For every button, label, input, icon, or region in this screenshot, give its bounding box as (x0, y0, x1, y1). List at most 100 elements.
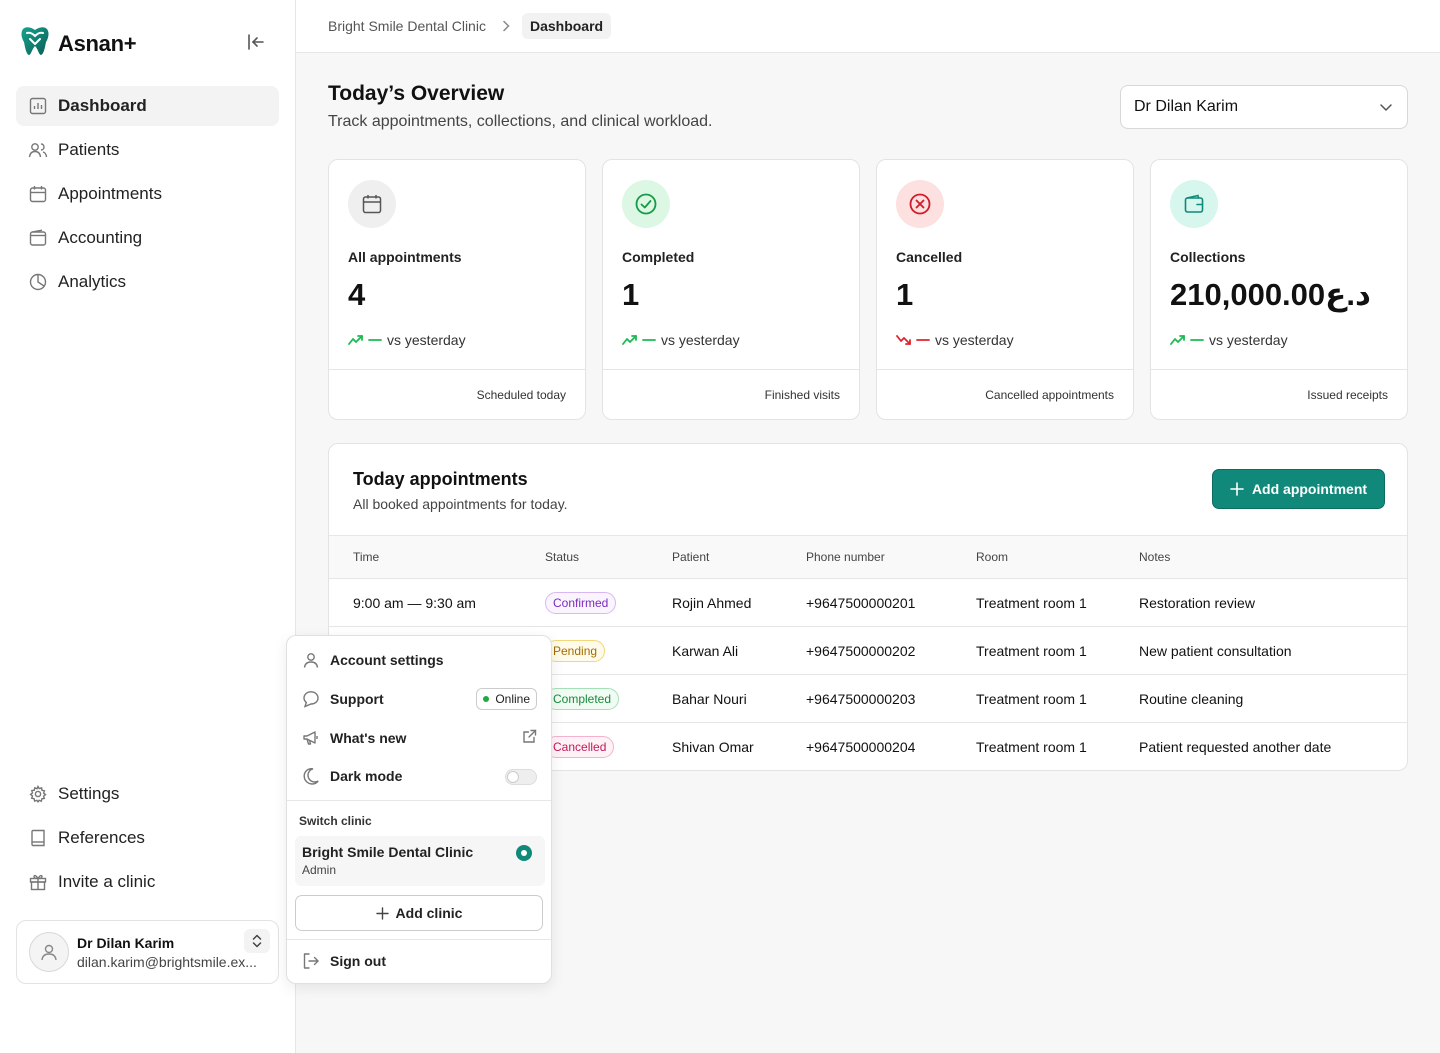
brand[interactable]: Asnan+ (18, 24, 137, 63)
add-clinic-button[interactable]: Add clinic (295, 895, 543, 931)
column-header[interactable]: Notes (1139, 550, 1170, 564)
secondary-nav: Settings References Invite a clinic (16, 774, 279, 906)
trend-down-icon (896, 335, 930, 345)
users-icon (28, 140, 48, 160)
menu-item-account-settings[interactable]: Account settings (287, 641, 551, 679)
table-header: Time Status Patient Phone number Room No… (329, 535, 1407, 579)
user-icon (41, 944, 57, 961)
status-badge: Completed (545, 687, 620, 710)
sidebar-item-settings[interactable]: Settings (16, 774, 279, 814)
page-subtitle: Track appointments, collections, and cli… (328, 113, 713, 130)
dark-mode-toggle[interactable] (505, 769, 537, 785)
gear-icon (28, 784, 48, 804)
sidebar-item-analytics[interactable]: Analytics (16, 262, 279, 302)
sidebar-item-accounting[interactable]: Accounting (16, 218, 279, 258)
wallet-icon (28, 228, 48, 248)
user-menu-trigger[interactable]: Dr Dilan Karim dilan.karim@brightsmile.e… (16, 920, 279, 984)
check-circle-icon (622, 180, 670, 228)
column-header[interactable]: Room (976, 550, 1008, 564)
sidebar-item-patients[interactable]: Patients (16, 130, 279, 170)
sidebar-item-appointments[interactable]: Appointments (16, 174, 279, 214)
x-circle-icon (896, 180, 944, 228)
stat-footer: Cancelled appointments (985, 388, 1114, 402)
chevron-right-icon (502, 20, 510, 32)
stat-label: All appointments (348, 249, 462, 265)
status-badge: Pending (545, 639, 606, 662)
stat-value: 1 (896, 277, 914, 312)
menu-item-dark-mode[interactable]: Dark mode (287, 757, 551, 795)
status-badge: Cancelled (545, 736, 615, 758)
tooth-logo-icon (18, 24, 52, 63)
plus-icon (1230, 482, 1244, 496)
breadcrumb-clinic[interactable]: Bright Smile Dental Clinic (328, 18, 486, 34)
collapse-left-icon (248, 34, 264, 50)
stat-label: Cancelled (896, 249, 963, 265)
menu-item-whats-new[interactable]: What's new (287, 719, 551, 757)
trend-up-icon (1170, 335, 1204, 345)
status-badge: Online (476, 688, 537, 710)
calendar-icon (348, 180, 396, 228)
stat-value: 210,000.00د.ع (1170, 277, 1371, 312)
collapse-sidebar-button[interactable] (242, 28, 270, 56)
gift-icon (28, 872, 48, 892)
sidebar-item-label: Patients (58, 140, 120, 159)
doctor-select[interactable]: Dr Dilan Karim (1120, 85, 1408, 129)
stat-trend: vs yesterday (1170, 332, 1288, 348)
stat-footer: Issued receipts (1307, 388, 1388, 402)
menu-item-sign-out[interactable]: Sign out (287, 942, 551, 980)
card-subtitle: All booked appointments for today. (353, 496, 568, 512)
sidebar-item-dashboard[interactable]: Dashboard (16, 86, 279, 126)
calendar-icon (28, 184, 48, 204)
sign-out-icon (301, 951, 321, 971)
stat-card-collections: Collections 210,000.00د.ع vs yesterday I… (1150, 159, 1408, 420)
table-row[interactable]: 9:00 am — 9:30 am Confirmed Rojin Ahmed … (329, 579, 1407, 627)
column-header[interactable]: Patient (672, 550, 709, 564)
sidebar-item-label: Accounting (58, 228, 143, 247)
moon-icon (301, 766, 321, 786)
plus-icon (375, 906, 389, 920)
stat-label: Collections (1170, 249, 1246, 265)
megaphone-icon (301, 728, 321, 748)
chevron-down-icon (1379, 100, 1393, 119)
status-badge: Confirmed (545, 591, 617, 614)
column-header[interactable]: Time (353, 550, 379, 564)
external-link-icon (522, 729, 537, 747)
sidebar-item-references[interactable]: References (16, 818, 279, 858)
stat-label: Completed (622, 249, 695, 265)
radio-selected-icon (516, 845, 532, 861)
breadcrumb: Bright Smile Dental Clinic Dashboard (296, 0, 1440, 53)
user-name: Dr Dilan Karim (77, 934, 175, 951)
pie-chart-icon (28, 272, 48, 292)
support-chat-icon (301, 689, 321, 709)
sidebar-item-label: Appointments (58, 184, 162, 203)
chevrons-up-down-icon[interactable] (244, 929, 270, 953)
user-email: dilan.karim@brightsmile.ex... (77, 953, 257, 970)
trend-up-icon (348, 335, 382, 345)
stat-card-cancelled: Cancelled 1 vs yesterday Cancelled appoi… (876, 159, 1134, 420)
add-appointment-button[interactable]: Add appointment (1212, 469, 1385, 509)
menu-item-support[interactable]: Support Online (287, 680, 551, 718)
main-nav: Dashboard Patients Appointments Accounti… (16, 86, 279, 306)
stat-trend: vs yesterday (348, 332, 466, 348)
card-title: Today appointments (353, 469, 528, 489)
app-name: Asnan+ (58, 30, 137, 56)
clinic-option[interactable]: Bright Smile Dental Clinic Admin (295, 836, 545, 886)
sidebar-item-invite[interactable]: Invite a clinic (16, 862, 279, 902)
sidebar: Asnan+ Dashboard Patients Appointments A… (0, 0, 296, 1053)
stat-footer: Scheduled today (476, 388, 566, 402)
sidebar-item-label: References (58, 828, 145, 847)
column-header[interactable]: Status (545, 550, 579, 564)
stat-trend: vs yesterday (896, 332, 1014, 348)
wallet-icon (1170, 180, 1218, 228)
avatar (29, 932, 69, 972)
stat-value: 4 (348, 277, 366, 312)
stat-trend: vs yesterday (622, 332, 740, 348)
column-header[interactable]: Phone number (806, 550, 885, 564)
trend-up-icon (622, 335, 656, 345)
user-dropdown-menu: Account settings Support Online What's n… (286, 635, 552, 984)
doctor-select-value: Dr Dilan Karim (1134, 98, 1239, 115)
sidebar-item-label: Analytics (58, 272, 127, 291)
book-icon (28, 828, 48, 848)
online-dot-icon (483, 696, 490, 702)
breadcrumb-current: Dashboard (521, 13, 612, 39)
